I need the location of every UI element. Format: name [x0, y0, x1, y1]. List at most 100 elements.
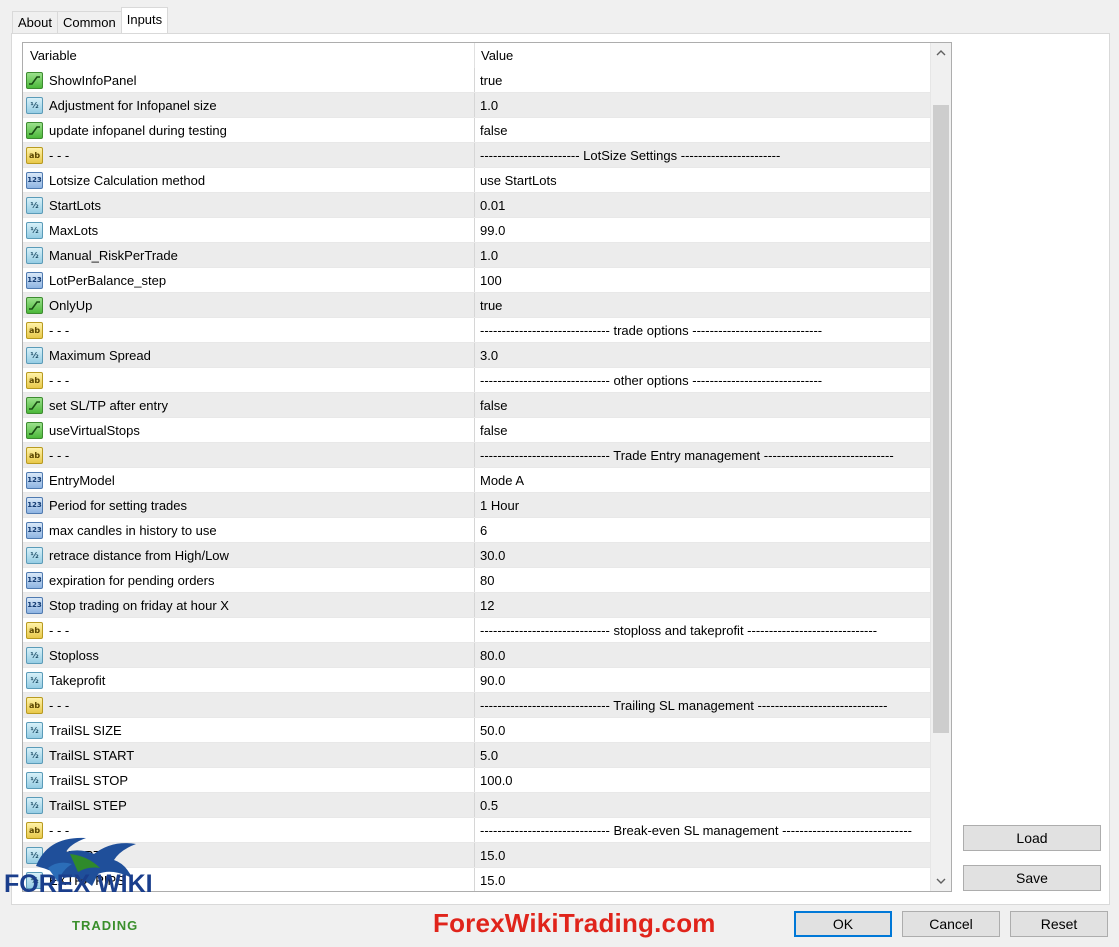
table-row[interactable]: 123 Period for setting trades 1 Hour	[23, 493, 930, 518]
value-cell[interactable]: true	[475, 293, 930, 317]
variable-cell[interactable]: ½ TrailSL START	[23, 743, 475, 767]
table-row[interactable]: ½ StartLots 0.01	[23, 193, 930, 218]
table-row[interactable]: ab - - - ------------------------------ tr…	[23, 318, 930, 343]
table-row[interactable]: ½n START15.0	[23, 843, 930, 868]
table-row[interactable]: ab - - - ------------------------------ Tr…	[23, 443, 930, 468]
value-cell[interactable]: ------------------------------ other opt…	[475, 368, 930, 392]
value-cell[interactable]: 1.0	[475, 93, 930, 117]
table-row[interactable]: ½ TrailSL STOP 100.0	[23, 768, 930, 793]
table-row[interactable]: ab - - - ------------------------------ st…	[23, 618, 930, 643]
variable-cell[interactable]: 123 LotPerBalance_step	[23, 268, 475, 292]
table-row[interactable]: ab - - - ------------------------------ ot…	[23, 368, 930, 393]
save-button[interactable]: Save	[963, 865, 1101, 891]
variable-cell[interactable]: ½ retrace distance from High/Low	[23, 543, 475, 567]
table-row[interactable]: ab - - - ------------------------------ Tr…	[23, 693, 930, 718]
variable-cell[interactable]: ab - - -	[23, 318, 475, 342]
tab-about[interactable]: About	[12, 11, 58, 33]
value-cell[interactable]: ------------------------------ stoploss …	[475, 618, 930, 642]
table-row[interactable]: 123 EntryModel Mode A	[23, 468, 930, 493]
value-cell[interactable]: 90.0	[475, 668, 930, 692]
table-row[interactable]: OnlyUp true	[23, 293, 930, 318]
table-row[interactable]: 123 max candles in history to use 6	[23, 518, 930, 543]
value-cell[interactable]: true	[475, 68, 930, 92]
variable-cell[interactable]: 123 Period for setting trades	[23, 493, 475, 517]
variable-cell[interactable]: ½ Takeprofit	[23, 668, 475, 692]
variable-cell[interactable]: 123 EntryModel	[23, 468, 475, 492]
ok-button[interactable]: OK	[794, 911, 892, 937]
value-cell[interactable]: 15.0	[475, 868, 930, 891]
load-button[interactable]: Load	[963, 825, 1101, 851]
value-cell[interactable]: false	[475, 118, 930, 142]
table-row[interactable]: ½ Maximum Spread 3.0	[23, 343, 930, 368]
table-row[interactable]: ½ Takeprofit 90.0	[23, 668, 930, 693]
variable-cell[interactable]: 123 Stop trading on friday at hour X	[23, 593, 475, 617]
variable-cell[interactable]: ab - - -	[23, 618, 475, 642]
value-cell[interactable]: 6	[475, 518, 930, 542]
value-cell[interactable]: false	[475, 418, 930, 442]
value-cell[interactable]: 80	[475, 568, 930, 592]
table-row[interactable]: useVirtualStops false	[23, 418, 930, 443]
tab-inputs[interactable]: Inputs	[120, 7, 169, 33]
variable-cell[interactable]: ½ Manual_RiskPerTrade	[23, 243, 475, 267]
table-row[interactable]: ½EXTRA PIPS15.0	[23, 868, 930, 891]
variable-cell[interactable]: ab - - -	[23, 368, 475, 392]
value-cell[interactable]: 30.0	[475, 543, 930, 567]
reset-button[interactable]: Reset	[1010, 911, 1108, 937]
value-cell[interactable]: 80.0	[475, 643, 930, 667]
column-header-value[interactable]: Value	[475, 43, 928, 68]
variable-cell[interactable]: ½ Stoploss	[23, 643, 475, 667]
table-row[interactable]: update infopanel during testing false	[23, 118, 930, 143]
value-cell[interactable]: ------------------------------ Trailing …	[475, 693, 930, 717]
variable-cell[interactable]: 123 max candles in history to use	[23, 518, 475, 542]
variable-cell[interactable]: 123 expiration for pending orders	[23, 568, 475, 592]
table-row[interactable]: ½ Stoploss 80.0	[23, 643, 930, 668]
table-row[interactable]: 123 Stop trading on friday at hour X 12	[23, 593, 930, 618]
variable-cell[interactable]: ½ Maximum Spread	[23, 343, 475, 367]
vertical-scrollbar[interactable]	[930, 43, 951, 891]
table-row[interactable]: 123 LotPerBalance_step 100	[23, 268, 930, 293]
scroll-up-arrow-icon[interactable]	[931, 43, 951, 63]
variable-cell[interactable]: ½ TrailSL SIZE	[23, 718, 475, 742]
value-cell[interactable]: 100.0	[475, 768, 930, 792]
value-cell[interactable]: 12	[475, 593, 930, 617]
table-row[interactable]: ½ TrailSL STEP 0.5	[23, 793, 930, 818]
value-cell[interactable]: 5.0	[475, 743, 930, 767]
variable-cell[interactable]: ab - - -	[23, 443, 475, 467]
value-cell[interactable]: ------------------------------ Break-eve…	[475, 818, 930, 842]
table-row[interactable]: ½ TrailSL SIZE 50.0	[23, 718, 930, 743]
table-row[interactable]: ab - - - ----------------------- LotSize S…	[23, 143, 930, 168]
value-cell[interactable]: 1 Hour	[475, 493, 930, 517]
variable-cell[interactable]: set SL/TP after entry	[23, 393, 475, 417]
tab-common[interactable]: Common	[56, 11, 122, 33]
column-header-variable[interactable]: Variable	[23, 43, 475, 68]
table-row[interactable]: 123 Lotsize Calculation method use StartLo…	[23, 168, 930, 193]
table-row[interactable]: 123 expiration for pending orders 80	[23, 568, 930, 593]
variable-cell[interactable]: ½ Adjustment for Infopanel size	[23, 93, 475, 117]
value-cell[interactable]: use StartLots	[475, 168, 930, 192]
variable-cell[interactable]: 123 Lotsize Calculation method	[23, 168, 475, 192]
variable-cell[interactable]: ½ TrailSL STOP	[23, 768, 475, 792]
table-row[interactable]: ½ retrace distance from High/Low 30.0	[23, 543, 930, 568]
cancel-button[interactable]: Cancel	[902, 911, 1000, 937]
variable-cell[interactable]: OnlyUp	[23, 293, 475, 317]
value-cell[interactable]: false	[475, 393, 930, 417]
value-cell[interactable]: ------------------------------ trade opt…	[475, 318, 930, 342]
value-cell[interactable]: 1.0	[475, 243, 930, 267]
scroll-down-arrow-icon[interactable]	[931, 871, 951, 891]
value-cell[interactable]: Mode A	[475, 468, 930, 492]
table-row[interactable]: ½ Adjustment for Infopanel size 1.0	[23, 93, 930, 118]
value-cell[interactable]: ----------------------- LotSize Settings…	[475, 143, 930, 167]
variable-cell[interactable]: ShowInfoPanel	[23, 68, 475, 92]
table-row[interactable]: ShowInfoPanel true	[23, 68, 930, 93]
variable-cell[interactable]: useVirtualStops	[23, 418, 475, 442]
value-cell[interactable]: 50.0	[475, 718, 930, 742]
value-cell[interactable]: ------------------------------ Trade Ent…	[475, 443, 930, 467]
value-cell[interactable]: 15.0	[475, 843, 930, 867]
variable-cell[interactable]: ab - - -	[23, 143, 475, 167]
table-row[interactable]: ½ Manual_RiskPerTrade 1.0	[23, 243, 930, 268]
value-cell[interactable]: 99.0	[475, 218, 930, 242]
value-cell[interactable]: 100	[475, 268, 930, 292]
value-cell[interactable]: 3.0	[475, 343, 930, 367]
variable-cell[interactable]: ½ MaxLots	[23, 218, 475, 242]
table-row[interactable]: set SL/TP after entry false	[23, 393, 930, 418]
